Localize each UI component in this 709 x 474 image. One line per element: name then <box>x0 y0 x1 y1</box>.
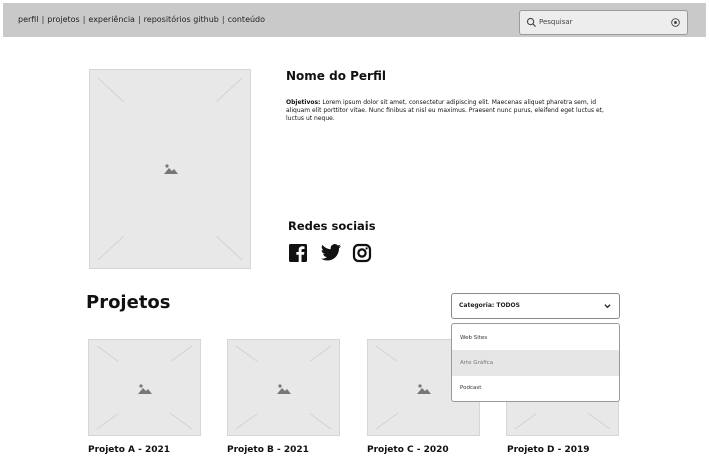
nav-separator: | <box>137 15 141 24</box>
project-image[interactable] <box>88 339 201 436</box>
nav-menu: perfil | projetos | experiência | repositórios… <box>18 3 265 37</box>
instagram-icon[interactable] <box>352 243 372 263</box>
nav-separator: | <box>82 15 86 24</box>
profile-image <box>89 69 251 269</box>
project-title[interactable]: Projeto D - 2019 <box>507 445 590 455</box>
nav-item-perfil[interactable]: perfil <box>18 15 39 24</box>
project-image[interactable] <box>227 339 340 436</box>
facebook-icon[interactable] <box>288 243 308 263</box>
nav-separator: | <box>41 15 45 24</box>
category-select[interactable]: Categoria: TODOS <box>451 293 620 319</box>
nav-item-conteudo[interactable]: conteúdo <box>228 15 265 24</box>
image-icon <box>138 384 152 394</box>
project-title[interactable]: Projeto B - 2021 <box>227 445 309 455</box>
image-icon <box>277 384 291 394</box>
nav-item-projetos[interactable]: projetos <box>47 15 79 24</box>
top-bar: perfil | projetos | experiência | repositórios… <box>3 3 706 37</box>
project-title[interactable]: Projeto C - 2020 <box>367 445 449 455</box>
nav-item-experiencia[interactable]: experiência <box>88 15 135 24</box>
project-title[interactable]: Projeto A - 2021 <box>88 445 170 455</box>
image-icon <box>164 164 178 174</box>
image-icon <box>417 384 431 394</box>
nav-item-repositorios[interactable]: repositórios github <box>144 15 219 24</box>
profile-objectives: Objetivos: Lorem ipsum dolor sit amet, c… <box>286 99 622 123</box>
category-label: Categoria: TODOS <box>459 302 520 309</box>
twitter-icon[interactable] <box>320 243 342 263</box>
nav-separator: | <box>221 15 225 24</box>
social-title: Redes sociais <box>288 219 376 233</box>
chevron-down-icon <box>604 304 611 309</box>
dropdown-option-web-sites[interactable]: Web Sites <box>452 325 619 351</box>
objectives-label: Objetivos: <box>286 99 321 106</box>
location-icon[interactable] <box>670 17 681 28</box>
category-dropdown-menu: Web Sites Arte Gráfica Podcast <box>451 323 620 402</box>
search-input[interactable]: Pesquisar <box>519 10 688 35</box>
projects-title: Projetos <box>86 292 171 313</box>
dropdown-option-arte-grafica[interactable]: Arte Gráfica <box>452 350 619 376</box>
search-icon <box>526 17 537 28</box>
profile-name: Nome do Perfil <box>286 69 386 83</box>
objectives-text: Lorem ipsum dolor sit amet, consectetur … <box>286 99 604 122</box>
search-placeholder: Pesquisar <box>539 18 573 26</box>
dropdown-option-podcast[interactable]: Podcast <box>452 375 619 401</box>
